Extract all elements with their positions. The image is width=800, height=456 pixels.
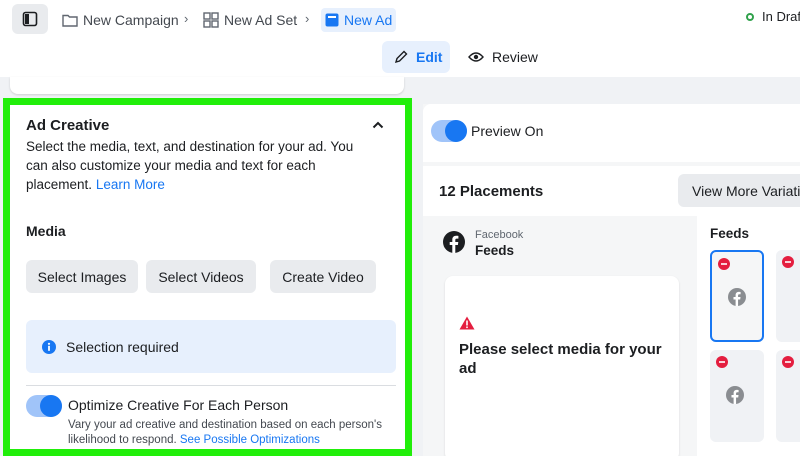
select-videos-button[interactable]: Select Videos xyxy=(146,260,256,293)
placement-thumbnail[interactable] xyxy=(776,250,800,342)
toggle-knob xyxy=(445,120,467,142)
top-bar: New Campaign › New Ad Set › New Ad In Dr… xyxy=(0,0,800,39)
review-label: Review xyxy=(492,49,538,65)
see-possible-optimizations-link[interactable]: See Possible Optimizations xyxy=(180,434,320,446)
placement-name: Feeds xyxy=(475,243,515,258)
remove-icon[interactable] xyxy=(782,256,794,268)
feeds-label: Feeds xyxy=(710,226,750,241)
review-mode-button[interactable]: Review xyxy=(456,41,546,73)
optimize-creative-description: Vary your ad creative and destination ba… xyxy=(68,418,388,448)
chevron-right-icon: › xyxy=(305,11,310,26)
feeds-thumbnails: Feeds xyxy=(697,216,800,456)
select-media-message: Please select media for your ad xyxy=(459,341,662,377)
toggle-knob xyxy=(40,395,62,417)
selection-required-notice: Selection required xyxy=(26,320,396,373)
breadcrumb-campaign[interactable]: New Campaign xyxy=(62,8,179,32)
chevron-up-icon[interactable] xyxy=(372,121,384,129)
ad-creative-panel: Ad Creative Select the media, text, and … xyxy=(3,98,412,456)
sidebar-panel-icon xyxy=(22,11,38,27)
learn-more-link[interactable]: Learn More xyxy=(96,177,165,192)
feed-preview: Facebook Feeds Please select media for y… xyxy=(423,216,695,456)
warning-icon xyxy=(459,316,475,330)
select-images-button[interactable]: Select Images xyxy=(26,260,138,293)
breadcrumb-adset[interactable]: New Ad Set xyxy=(203,8,297,32)
divider xyxy=(26,385,396,386)
selection-required-text: Selection required xyxy=(66,338,179,355)
description-text: Select the media, text, and destination … xyxy=(26,139,354,192)
preview-header: Preview On xyxy=(423,104,800,162)
edit-mode-button[interactable]: Edit xyxy=(382,41,450,73)
breadcrumb-ad-label: New Ad xyxy=(344,12,393,28)
platform-name: Facebook xyxy=(475,229,524,241)
facebook-icon xyxy=(443,231,465,253)
breadcrumb-ad[interactable]: New Ad xyxy=(321,8,397,32)
placement-thumbnail[interactable] xyxy=(710,250,764,342)
folder-icon xyxy=(62,13,78,27)
optimize-creative-label: Optimize Creative For Each Person xyxy=(68,397,289,413)
mode-bar: Edit Review xyxy=(0,39,800,77)
previous-section-card xyxy=(10,77,404,94)
ad-creative-description: Select the media, text, and destination … xyxy=(26,137,372,194)
view-more-variations-button[interactable]: View More Variations xyxy=(678,174,800,207)
status-dot-icon xyxy=(746,12,754,21)
facebook-icon xyxy=(728,288,746,306)
preview-on-label: Preview On xyxy=(471,123,544,139)
remove-icon[interactable] xyxy=(782,356,794,368)
media-label: Media xyxy=(26,223,66,239)
pencil-icon xyxy=(394,50,408,64)
info-icon xyxy=(42,339,56,354)
breadcrumb-adset-label: New Ad Set xyxy=(224,12,298,28)
placements-bar: 12 Placements View More Variations xyxy=(423,166,800,216)
facebook-icon xyxy=(726,386,744,404)
optimize-creative-toggle[interactable] xyxy=(26,395,62,417)
breadcrumb-campaign-label: New Campaign xyxy=(83,12,179,28)
placement-thumbnail[interactable] xyxy=(776,350,800,442)
eye-icon xyxy=(468,51,484,63)
preview-toggle[interactable] xyxy=(431,120,467,142)
preview-panel: Preview On 12 Placements View More Varia… xyxy=(423,104,800,456)
remove-icon[interactable] xyxy=(716,356,728,368)
chevron-right-icon: › xyxy=(184,11,189,26)
remove-icon[interactable] xyxy=(718,258,730,270)
status-text: In Draft xyxy=(762,9,800,24)
placements-title: 12 Placements xyxy=(439,183,544,200)
status-indicator: In Draft xyxy=(746,9,800,24)
edit-label: Edit xyxy=(416,49,443,65)
create-video-button[interactable]: Create Video xyxy=(270,260,376,293)
media-placeholder-card: Please select media for your ad xyxy=(445,276,679,456)
ad-icon xyxy=(325,13,339,27)
ad-creative-title: Ad Creative xyxy=(26,117,110,134)
sidebar-toggle-button[interactable] xyxy=(12,4,48,34)
grid-icon xyxy=(203,12,219,28)
placement-thumbnail[interactable] xyxy=(710,350,764,442)
